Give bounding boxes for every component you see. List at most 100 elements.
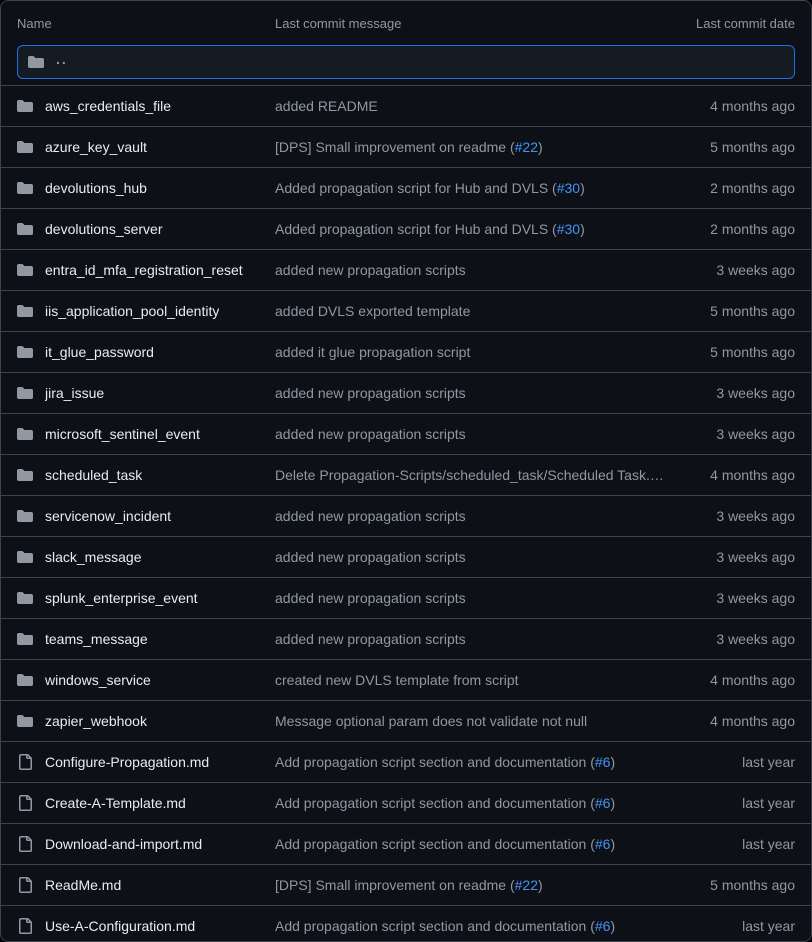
commit-message-text: Added propagation script for Hub and DVL… (275, 221, 557, 237)
folder-icon (17, 672, 33, 688)
folder-icon (17, 385, 33, 401)
folder-icon (17, 426, 33, 442)
folder-entry: iis_application_pool_identity (17, 303, 275, 319)
entry-name-link[interactable]: entra_id_mfa_registration_reset (45, 262, 243, 278)
commit-message[interactable]: created new DVLS template from script (275, 672, 665, 688)
commit-message[interactable]: Add propagation script section and docum… (275, 754, 665, 770)
folder-icon (28, 54, 44, 70)
table-row: aws_credentials_fileadded README4 months… (1, 85, 811, 126)
commit-message[interactable]: added new propagation scripts (275, 385, 665, 401)
folder-icon (17, 180, 33, 196)
commit-message[interactable]: Add propagation script section and docum… (275, 795, 665, 811)
entry-name-link[interactable]: iis_application_pool_identity (45, 303, 219, 319)
folder-entry: it_glue_password (17, 344, 275, 360)
commit-message[interactable]: Add propagation script section and docum… (275, 836, 665, 852)
commit-message-text: created new DVLS template from script (275, 672, 519, 688)
commit-message[interactable]: added it glue propagation script (275, 344, 665, 360)
table-row: slack_message added new propagation scrip… (1, 536, 811, 577)
commit-message-text: added new propagation scripts (275, 549, 466, 565)
entry-name-link[interactable]: slack_message (45, 549, 142, 565)
entry-name-link[interactable]: Download-and-import.md (45, 836, 202, 852)
folder-icon (17, 303, 33, 319)
entry-name-link[interactable]: Create-A-Template.md (45, 795, 186, 811)
entry-name-link[interactable]: servicenow_incident (45, 508, 171, 524)
pull-request-link[interactable]: #6 (595, 754, 611, 770)
commit-message[interactable]: [DPS] Small improvement on readme (#22) (275, 139, 665, 155)
entry-name-link[interactable]: teams_message (45, 631, 148, 647)
file-list-body: aws_credentials_file added README 4 months… (1, 85, 811, 942)
folder-icon (17, 344, 33, 360)
entry-name-link[interactable]: aws_credentials_file (45, 98, 171, 114)
commit-message-text: added new propagation scripts (275, 590, 466, 606)
commit-message-text: added README (275, 98, 378, 114)
pull-request-link[interactable]: #30 (557, 221, 580, 237)
commit-message-text: Add propagation script section and docum… (275, 754, 595, 770)
entry-name-link[interactable]: scheduled_task (45, 467, 142, 483)
commit-date: 3 weeks ago (665, 426, 795, 442)
commit-message[interactable]: Add propagation script section and docum… (275, 918, 665, 934)
folder-icon (17, 139, 33, 155)
entry-name-link[interactable]: jira_issue (45, 385, 104, 401)
commit-message-text: Message optional param does not validate… (275, 713, 587, 729)
table-row: Use-A-Configuration.md Add propagation sc… (1, 905, 811, 942)
commit-message[interactable]: added new propagation scripts (275, 426, 665, 442)
commit-message[interactable]: added new propagation scripts (275, 590, 665, 606)
pull-request-link[interactable]: #22 (515, 877, 538, 893)
pull-request-link[interactable]: #30 (557, 180, 580, 196)
commit-message[interactable]: added new propagation scripts (275, 631, 665, 647)
commit-date: 2 months ago (665, 180, 795, 196)
commit-date: last year (665, 795, 795, 811)
commit-message[interactable]: [DPS] Small improvement on readme (#22) (275, 877, 665, 893)
pull-request-link[interactable]: #6 (595, 795, 611, 811)
folder-entry: devolutions_server (17, 221, 275, 237)
commit-message[interactable]: added new propagation scripts (275, 549, 665, 565)
folder-entry: azure_key_vault (17, 139, 275, 155)
table-row: Download-and-import.md Add propagation sc… (1, 823, 811, 864)
commit-message[interactable]: Message optional param does not validate… (275, 713, 665, 729)
table-row: zapier_webhook Message optional param doe… (1, 700, 811, 741)
commit-date: 4 months ago (665, 713, 795, 729)
commit-message[interactable]: added new propagation scripts (275, 262, 665, 278)
column-header-name[interactable]: Name (17, 16, 275, 31)
pull-request-link[interactable]: #6 (595, 918, 611, 934)
entry-name-link[interactable]: windows_service (45, 672, 151, 688)
commit-date: 5 months ago (665, 344, 795, 360)
commit-message[interactable]: Added propagation script for Hub and DVL… (275, 180, 665, 196)
entry-name-link[interactable]: zapier_webhook (45, 713, 147, 729)
commit-date: 3 weeks ago (665, 508, 795, 524)
file-icon (17, 754, 33, 770)
commit-message-text: Added propagation script for Hub and DVL… (275, 180, 557, 196)
commit-message[interactable]: Delete Propagation-Scripts/scheduled_tas… (275, 467, 665, 483)
commit-message[interactable]: added README (275, 98, 665, 114)
commit-message-text: [DPS] Small improvement on readme ( (275, 877, 515, 893)
commit-message-text: Delete Propagation-Scripts/scheduled_tas… (275, 467, 665, 483)
commit-message[interactable]: added new propagation scripts (275, 508, 665, 524)
entry-name-link[interactable]: devolutions_hub (45, 180, 147, 196)
file-entry: Download-and-import.md (17, 836, 275, 852)
pull-request-link[interactable]: #6 (595, 836, 611, 852)
entry-name-link[interactable]: splunk_enterprise_event (45, 590, 198, 606)
entry-name-link[interactable]: microsoft_sentinel_event (45, 426, 200, 442)
entry-name-link[interactable]: devolutions_server (45, 221, 163, 237)
folder-entry: scheduled_task (17, 467, 275, 483)
entry-name-link[interactable]: Use-A-Configuration.md (45, 918, 195, 934)
file-entry: Use-A-Configuration.md (17, 918, 275, 934)
entry-name-link[interactable]: ReadMe.md (45, 877, 121, 893)
entry-name-link[interactable]: Configure-Propagation.md (45, 754, 209, 770)
commit-date: 5 months ago (665, 877, 795, 893)
pull-request-link[interactable]: #22 (515, 139, 538, 155)
commit-message[interactable]: added DVLS exported template (275, 303, 665, 319)
table-row: teams_message added new propagation scrip… (1, 618, 811, 659)
table-row: scheduled_task Delete Propagation-Scripts… (1, 454, 811, 495)
entry-name-link[interactable]: it_glue_password (45, 344, 154, 360)
commit-message[interactable]: Added propagation script for Hub and DVL… (275, 221, 665, 237)
commit-date: 3 weeks ago (665, 549, 795, 565)
entry-name-link[interactable]: azure_key_vault (45, 139, 147, 155)
folder-entry: zapier_webhook (17, 713, 275, 729)
commit-message-text: Add propagation script section and docum… (275, 795, 595, 811)
parent-directory-row[interactable]: .. (17, 45, 795, 79)
file-list-header: Name Last commit message Last commit dat… (1, 1, 811, 45)
commit-message-text: Add propagation script section and docum… (275, 918, 595, 934)
table-row: jira_issueadded new propagation scripts3… (1, 372, 811, 413)
commit-message-text: added new propagation scripts (275, 262, 466, 278)
